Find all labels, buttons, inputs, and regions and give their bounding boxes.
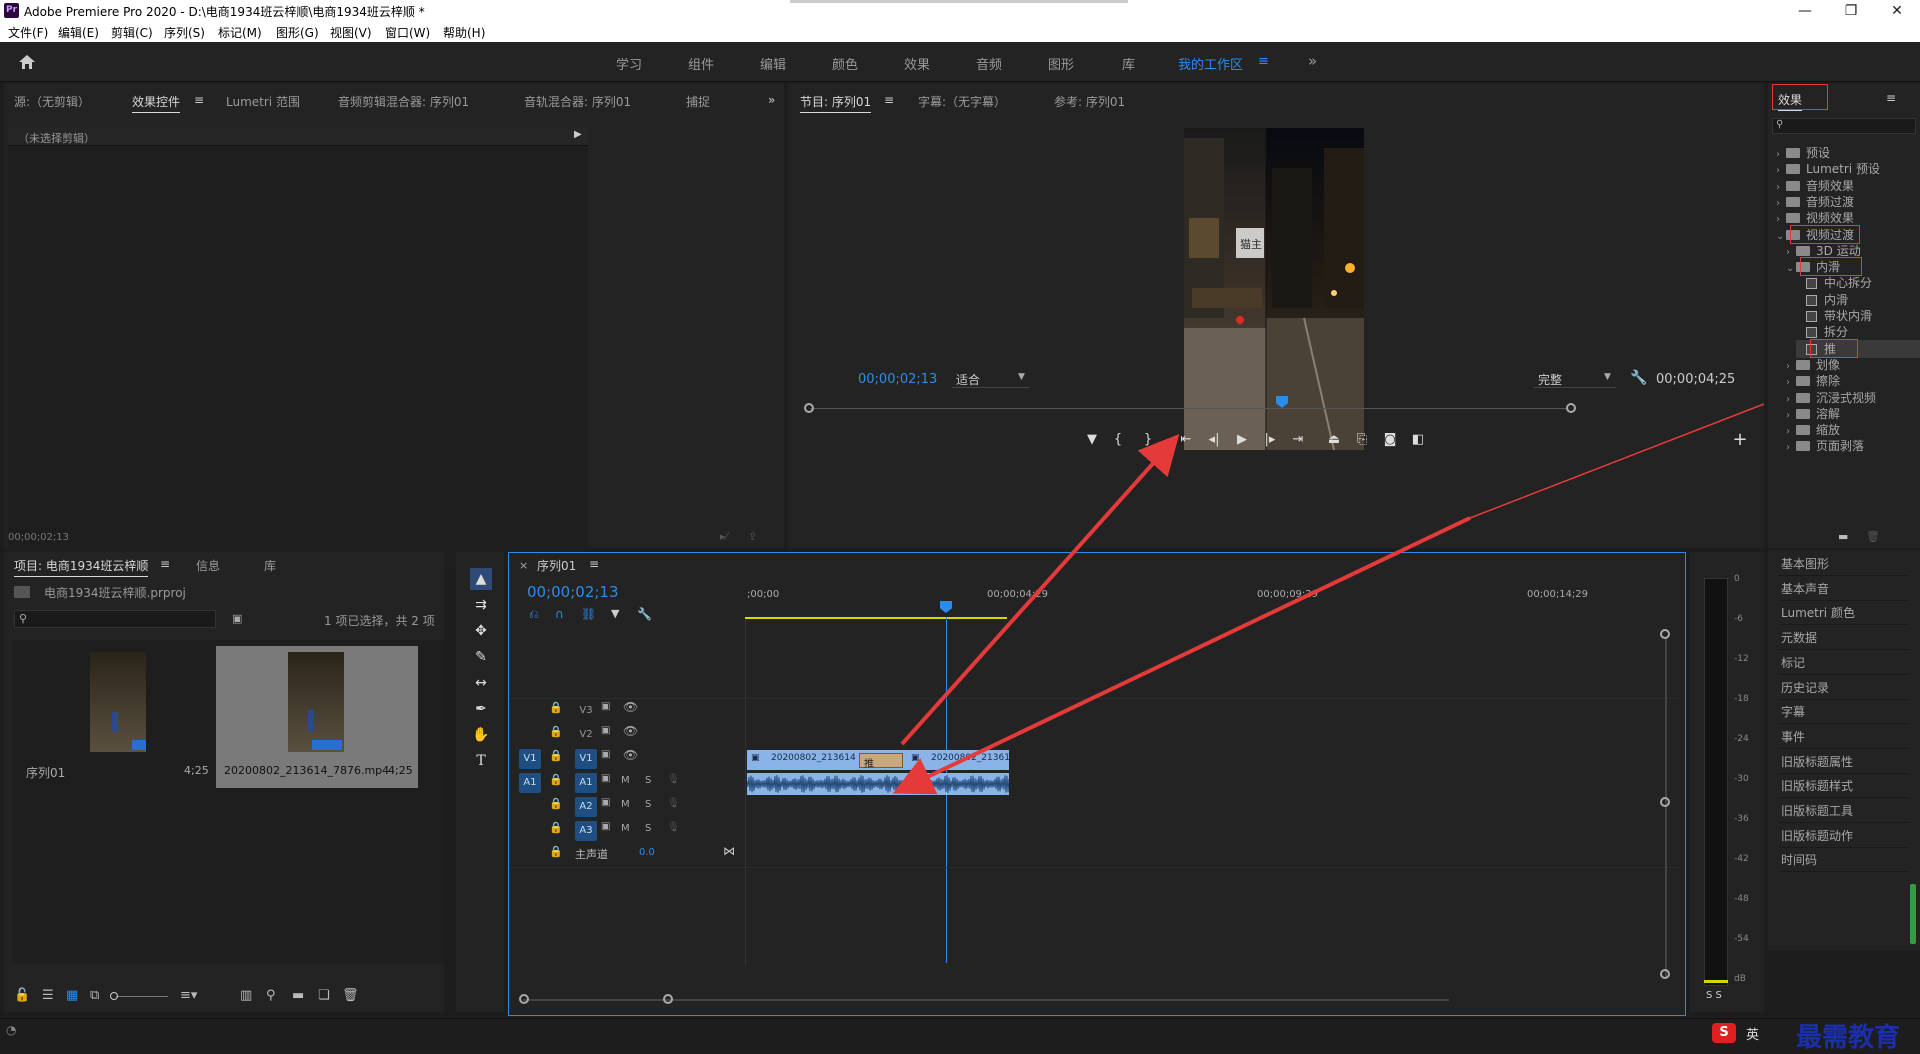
status-icon: ◔ bbox=[6, 1023, 17, 1037]
watermark-logo: 最需教育 bbox=[1796, 1023, 1901, 1053]
sogou-ime-icon[interactable]: S bbox=[1712, 1023, 1736, 1043]
status-bar: ◔ S 英 最需教育 bbox=[0, 1018, 1920, 1053]
arrow-to-preview bbox=[900, 434, 1180, 746]
arrow-from-effect bbox=[1469, 403, 1765, 519]
annotation-arrows bbox=[892, 403, 1765, 795]
ime-mode[interactable]: 英 bbox=[1746, 1024, 1759, 1043]
arrow-to-transition bbox=[892, 516, 1471, 795]
